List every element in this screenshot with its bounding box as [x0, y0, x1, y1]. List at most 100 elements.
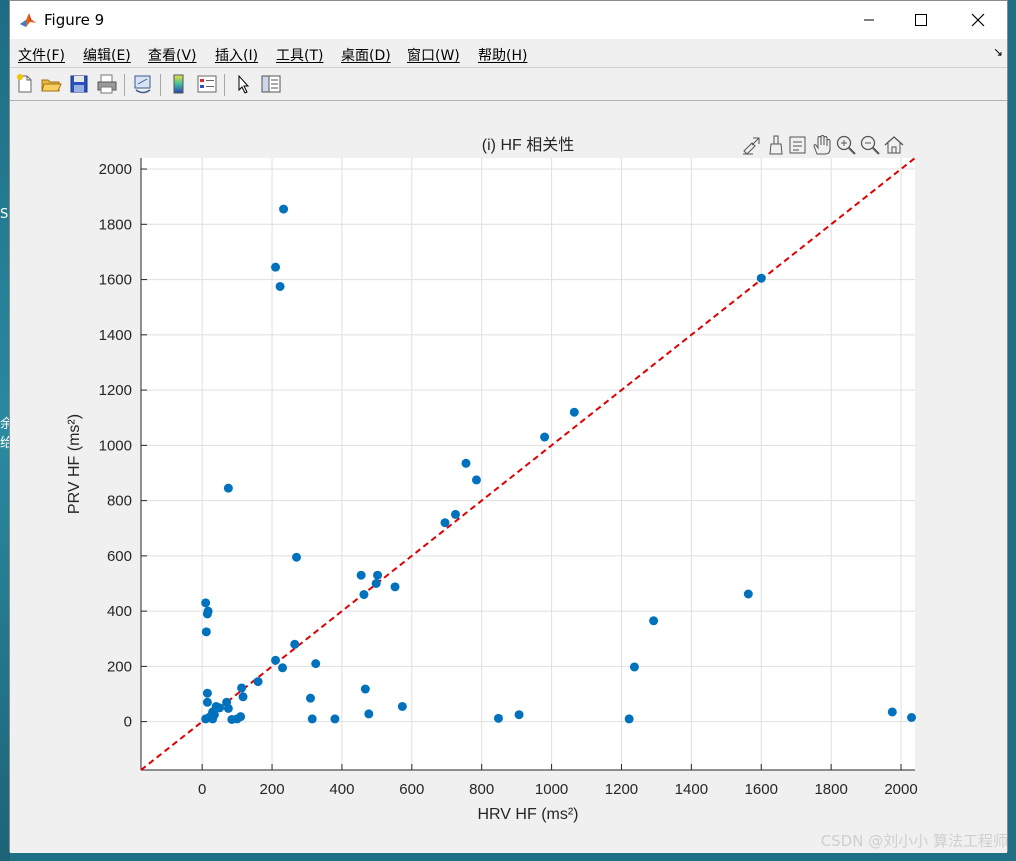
- data-point[interactable]: [202, 609, 212, 619]
- data-point[interactable]: [373, 570, 383, 580]
- data-point[interactable]: [907, 713, 917, 723]
- export-icon[interactable]: [741, 134, 763, 156]
- data-point[interactable]: [290, 639, 300, 649]
- insert-colorbar-icon[interactable]: [168, 73, 190, 95]
- menu-file[interactable]: 文件(F): [18, 45, 65, 65]
- data-point[interactable]: [624, 714, 634, 724]
- menu-insert[interactable]: 插入(I): [215, 45, 258, 65]
- data-point[interactable]: [237, 683, 247, 693]
- maximize-button[interactable]: [898, 1, 944, 39]
- menu-tools[interactable]: 工具(T): [276, 45, 323, 65]
- close-button[interactable]: [955, 1, 1001, 39]
- figure-toolbar: [10, 67, 1007, 101]
- data-point[interactable]: [461, 458, 471, 468]
- data-point[interactable]: [756, 273, 766, 283]
- data-point[interactable]: [540, 432, 550, 442]
- data-point[interactable]: [279, 204, 289, 214]
- data-point[interactable]: [208, 714, 218, 724]
- home-restore-view-icon[interactable]: [883, 134, 905, 156]
- y-tick-label: 400: [107, 603, 132, 620]
- print-icon[interactable]: [96, 73, 118, 95]
- y-tick-label: 1800: [99, 216, 132, 233]
- edit-plot-cursor-icon[interactable]: [232, 73, 254, 95]
- pan-hand-icon[interactable]: [811, 134, 833, 156]
- y-tick-label: 2000: [99, 161, 132, 178]
- data-point[interactable]: [364, 709, 374, 719]
- minimize-icon: [864, 19, 874, 21]
- data-point[interactable]: [359, 590, 369, 600]
- title-bar[interactable]: Figure 9: [10, 1, 1007, 39]
- data-point[interactable]: [275, 281, 285, 291]
- data-point[interactable]: [514, 710, 524, 720]
- desktop-text-fragment: S: [0, 207, 9, 222]
- data-point[interactable]: [307, 714, 317, 724]
- data-point[interactable]: [330, 714, 340, 724]
- data-point[interactable]: [305, 693, 315, 703]
- data-point[interactable]: [311, 659, 321, 669]
- data-point[interactable]: [202, 697, 212, 707]
- x-tick-label: 2000: [884, 781, 917, 798]
- data-point[interactable]: [271, 655, 281, 665]
- data-point[interactable]: [232, 714, 242, 724]
- data-point[interactable]: [450, 509, 460, 519]
- data-point[interactable]: [471, 475, 481, 485]
- watermark-text: CSDN @刘小小 算法工程师: [820, 832, 1008, 850]
- data-point[interactable]: [360, 684, 370, 694]
- menu-dock-arrow-icon[interactable]: ↘: [993, 45, 1003, 59]
- property-inspector-icon[interactable]: [260, 73, 282, 95]
- data-point[interactable]: [223, 703, 233, 713]
- data-point[interactable]: [238, 692, 248, 702]
- data-tips-icon[interactable]: [787, 134, 809, 156]
- data-point[interactable]: [629, 662, 639, 672]
- y-axis-label: PRV HF (ms²): [66, 414, 83, 514]
- brush-icon[interactable]: [765, 134, 787, 156]
- scatter-chart[interactable]: 0 200 400 600 800 1000 1200 1400 1600 1800 2000 0 20…: [10, 101, 1009, 853]
- save-icon[interactable]: [68, 73, 90, 95]
- open-file-icon[interactable]: [40, 73, 62, 95]
- data-point[interactable]: [253, 677, 263, 687]
- y-tick-label: 0: [124, 714, 132, 731]
- insert-legend-icon[interactable]: [196, 73, 218, 95]
- data-point[interactable]: [223, 483, 233, 493]
- menu-help[interactable]: 帮助(H): [478, 45, 527, 65]
- x-tick-label: 200: [260, 781, 285, 798]
- menu-window[interactable]: 窗口(W): [407, 45, 460, 65]
- data-point[interactable]: [291, 552, 301, 562]
- maximize-icon: [915, 14, 927, 26]
- matlab-icon: [19, 11, 37, 29]
- data-point[interactable]: [743, 589, 753, 599]
- data-point[interactable]: [201, 627, 211, 637]
- menu-edit[interactable]: 编辑(E): [83, 45, 131, 65]
- link-plot-icon[interactable]: [132, 73, 154, 95]
- data-point[interactable]: [201, 598, 211, 608]
- data-point[interactable]: [649, 616, 659, 626]
- menu-view[interactable]: 查看(V): [148, 45, 197, 65]
- data-point[interactable]: [202, 688, 212, 698]
- data-point[interactable]: [887, 707, 897, 717]
- y-tick-label: 1600: [99, 272, 132, 289]
- data-point[interactable]: [371, 578, 381, 588]
- menu-desktop[interactable]: 桌面(D): [341, 45, 391, 65]
- data-point[interactable]: [569, 407, 579, 417]
- toolbar-separator: [224, 74, 225, 96]
- x-tick-label: 1800: [814, 781, 847, 798]
- y-tick-label: 200: [107, 658, 132, 675]
- data-point[interactable]: [278, 663, 288, 673]
- x-tick-label: 600: [399, 781, 424, 798]
- data-point[interactable]: [356, 570, 366, 580]
- data-point[interactable]: [493, 713, 503, 723]
- x-tick-label: 1200: [605, 781, 638, 798]
- data-point[interactable]: [397, 701, 407, 711]
- x-tick-label: 1600: [745, 781, 778, 798]
- figure-canvas: 0 200 400 600 800 1000 1200 1400 1600 1800 2000 0 20…: [10, 101, 1007, 853]
- data-point[interactable]: [390, 582, 400, 592]
- x-tick-label: 1000: [535, 781, 568, 798]
- zoom-in-icon[interactable]: [835, 134, 857, 156]
- y-tick-label: 800: [107, 493, 132, 510]
- new-figure-icon[interactable]: [14, 73, 36, 95]
- data-point[interactable]: [440, 518, 450, 528]
- chart-title: (i) HF 相关性: [482, 136, 574, 154]
- minimize-button[interactable]: [846, 1, 892, 39]
- zoom-out-icon[interactable]: [859, 134, 881, 156]
- data-point[interactable]: [271, 262, 281, 272]
